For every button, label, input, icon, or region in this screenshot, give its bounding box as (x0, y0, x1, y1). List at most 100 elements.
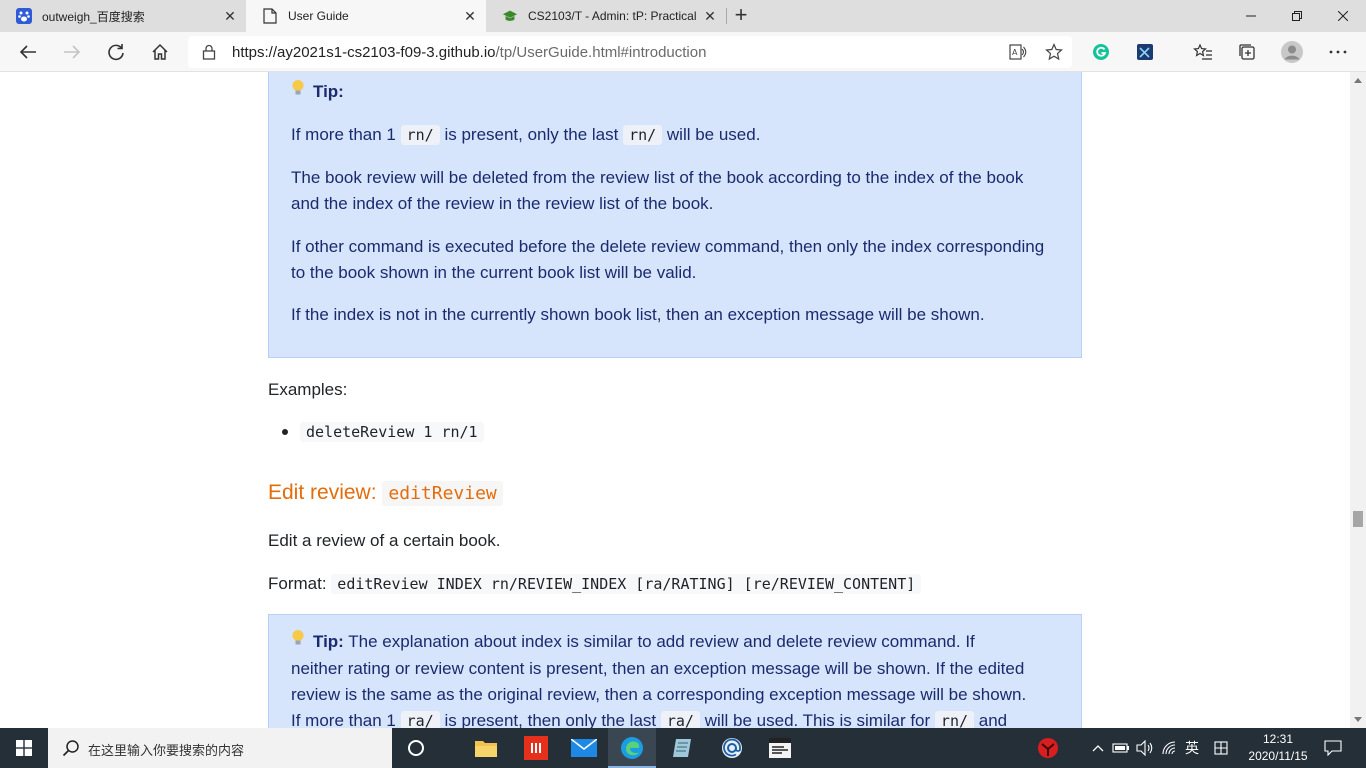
notification-icon (1324, 740, 1342, 756)
ime-language-indicator[interactable]: 英 (1182, 728, 1202, 768)
ime-grid-icon (1214, 741, 1228, 755)
tip-paragraph: If the index is not in the currently sho… (291, 305, 985, 324)
section-heading-edit-review: Edit review: editReview (268, 481, 503, 506)
examples-label: Examples: (268, 380, 348, 399)
cortana-icon (408, 740, 424, 756)
tip-line: If more than 1 rn/ is present, only the … (291, 122, 1051, 148)
security-app-tray[interactable] (1030, 728, 1066, 768)
graduation-cap-icon (502, 8, 518, 24)
edge-browser-button[interactable] (608, 728, 656, 768)
address-bar[interactable]: https://ay2021s1-cs2103-f09-3.github.io/… (188, 36, 1072, 68)
lightbulb-icon (291, 629, 305, 655)
tip-paragraph: The book review will be deleted from the… (291, 168, 1024, 213)
start-button[interactable] (0, 728, 48, 768)
terminal-app-button[interactable] (756, 728, 804, 768)
battery-tray[interactable] (1110, 728, 1132, 768)
tip-heading: Tip: (291, 79, 1051, 105)
scroll-up-arrow-icon[interactable] (1354, 78, 1362, 83)
back-button[interactable] (12, 36, 44, 68)
tab-title: outweigh_百度搜索 (42, 9, 145, 24)
tip-box: Tip: If more than 1 rn/ is present, only… (268, 72, 1082, 358)
mail-icon (571, 739, 597, 757)
clock-date: 2020/11/15 (1248, 749, 1308, 763)
lightbulb-icon (291, 79, 305, 105)
tip-text: If more than 1 (291, 711, 396, 728)
taskbar-search[interactable]: 在这里输入你要搜索的内容 (48, 728, 392, 768)
tip-line: review is the same as the original revie… (291, 685, 1027, 704)
minimize-button[interactable] (1228, 0, 1274, 32)
terminal-icon (769, 738, 791, 758)
new-tab-button[interactable]: + (728, 0, 754, 32)
url-path: /tp/UserGuide.html#introduction (495, 44, 707, 61)
favorites-list-icon (1193, 43, 1212, 60)
tip-line: Tip: The explanation about index is simi… (291, 629, 1071, 655)
chevron-up-icon (1092, 745, 1104, 752)
tab-divider (726, 8, 727, 24)
tip-text: The explanation about index is similar t… (348, 632, 975, 651)
collections-button[interactable] (1231, 36, 1263, 68)
volume-tray[interactable] (1134, 728, 1156, 768)
close-tab-icon[interactable]: ✕ (458, 8, 482, 25)
collections-icon (1239, 44, 1255, 60)
file-explorer-button[interactable] (462, 728, 510, 768)
tip-line: If more than 1 ra/ is present, then only… (291, 708, 1071, 728)
profile-button[interactable] (1276, 36, 1308, 68)
close-tab-icon[interactable]: ✕ (218, 8, 242, 25)
taskbar-clock[interactable]: 12:31 2020/11/15 (1238, 731, 1318, 765)
tab-title: User Guide (288, 9, 349, 23)
home-button[interactable] (144, 36, 176, 68)
battery-icon (1112, 743, 1129, 753)
page-viewport: Tip: If more than 1 rn/ is present, only… (0, 72, 1350, 728)
at-sign-icon (722, 738, 742, 758)
restore-button[interactable] (1274, 0, 1320, 32)
office-app-icon (524, 736, 548, 760)
show-hidden-icons[interactable] (1088, 728, 1108, 768)
extension-button[interactable] (1129, 36, 1161, 68)
tip-text: will be used. This is similar for (704, 711, 931, 728)
lock-icon (202, 44, 216, 60)
add-favorite-button[interactable] (1038, 36, 1070, 68)
grammarly-extension-button[interactable] (1085, 36, 1117, 68)
close-tab-icon[interactable]: ✕ (698, 8, 722, 25)
tip-text: will be used. (666, 125, 761, 144)
tab-baidu[interactable]: outweigh_百度搜索 ✕ (0, 0, 246, 32)
favorites-button[interactable] (1187, 36, 1219, 68)
notebook-icon (673, 739, 691, 757)
forward-button[interactable] (56, 36, 88, 68)
vertical-scrollbar[interactable] (1350, 72, 1366, 728)
section-code: editReview (382, 481, 503, 506)
tab-cs2103-admin[interactable]: CS2103/T - Admin: tP: Practical E ✕ (486, 0, 726, 32)
windows-logo-icon (16, 740, 32, 756)
wifi-icon (1162, 741, 1176, 755)
close-window-button[interactable] (1320, 0, 1366, 32)
folder-icon (475, 741, 497, 757)
red-app-button[interactable] (512, 728, 560, 768)
format-label: Format: (268, 574, 327, 593)
ime-mode-tray[interactable] (1210, 728, 1232, 768)
tip-text: and (978, 711, 1008, 728)
scroll-down-arrow-icon[interactable] (1354, 717, 1362, 722)
url-host: https://ay2021s1-cs2103-f09-3.github.io (232, 44, 496, 61)
refresh-button[interactable] (100, 36, 132, 68)
extension-icon (1137, 44, 1153, 60)
edge-icon (621, 737, 643, 759)
page-icon (262, 8, 278, 24)
search-placeholder: 在这里输入你要搜索的内容 (88, 743, 245, 758)
format-line: Format: editReview INDEX rn/REVIEW_INDEX… (268, 571, 922, 597)
scroll-thumb[interactable] (1353, 511, 1363, 527)
tab-title: CS2103/T - Admin: tP: Practical E (528, 9, 698, 23)
tab-user-guide[interactable]: User Guide ✕ (246, 0, 486, 32)
inline-code: ra/ (400, 711, 440, 728)
wifi-tray[interactable] (1160, 728, 1182, 768)
at-app-button[interactable] (708, 728, 756, 768)
tab-strip: outweigh_百度搜索 ✕ User Guide ✕ CS2103/T - … (0, 0, 1366, 32)
mail-button[interactable] (560, 728, 608, 768)
notebook-app-button[interactable] (658, 728, 706, 768)
cortana-button[interactable] (392, 728, 440, 768)
section-title: Edit review: (268, 481, 377, 504)
settings-more-button[interactable] (1322, 36, 1354, 68)
windows-taskbar: 在这里输入你要搜索的内容 英 12:31 2020/11/15 (0, 728, 1366, 768)
read-aloud-button[interactable]: A (1002, 36, 1034, 68)
clock-time: 12:31 (1262, 732, 1294, 746)
notification-center-button[interactable] (1320, 728, 1346, 768)
